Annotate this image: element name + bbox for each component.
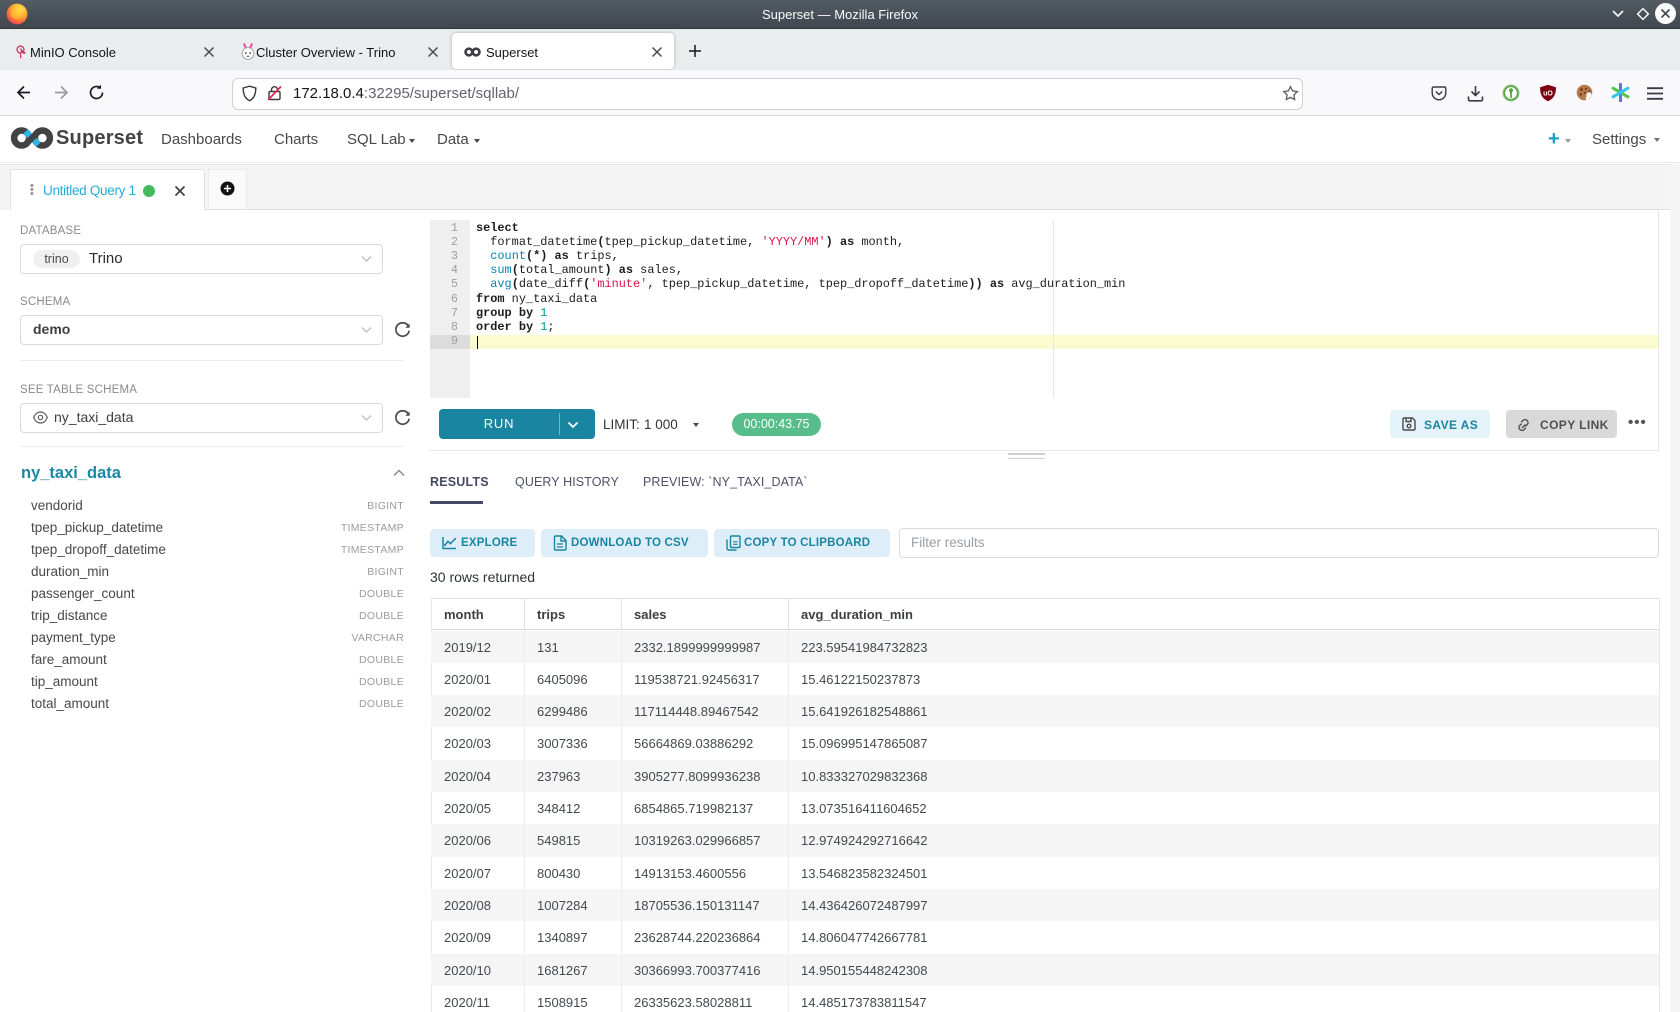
svg-text:uO: uO: [1543, 91, 1553, 98]
